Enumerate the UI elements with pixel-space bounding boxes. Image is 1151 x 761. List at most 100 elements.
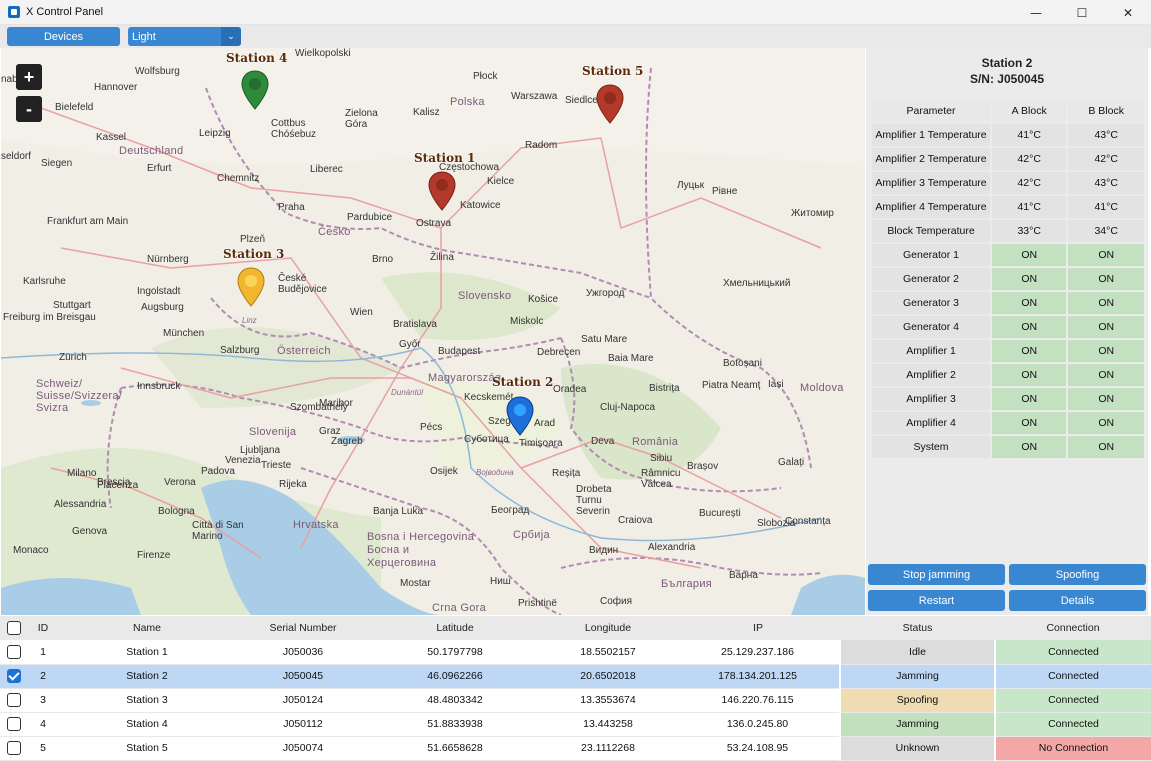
cell-id: 2 xyxy=(28,664,58,689)
column-header[interactable]: Longitude xyxy=(540,616,676,640)
select-all-cell[interactable] xyxy=(0,616,28,640)
row-select-cell[interactable] xyxy=(0,688,28,713)
column-header[interactable]: Status xyxy=(840,616,995,640)
close-button[interactable]: ✕ xyxy=(1105,0,1151,25)
row-select-cell[interactable] xyxy=(0,640,28,665)
map-label: Mostar xyxy=(400,578,431,589)
parameter-row: System ON ON xyxy=(872,436,1144,458)
cell-ip: 146.220.76.115 xyxy=(676,688,840,713)
zoom-in-button[interactable]: + xyxy=(16,64,42,90)
map-label: Суботица xyxy=(464,434,509,445)
stop-jamming-button[interactable]: Stop jamming xyxy=(868,564,1005,585)
station-5-label: Station 5 xyxy=(582,64,644,78)
minimize-button[interactable]: — xyxy=(1013,0,1059,25)
row-select-cell[interactable] xyxy=(0,712,28,737)
map-label: Pardubice xyxy=(347,212,393,223)
station-1-label: Station 1 xyxy=(414,151,476,165)
column-header[interactable]: ID xyxy=(28,616,58,640)
map-label: Ниш xyxy=(490,576,511,587)
table-row[interactable]: 5 Station 5 J050074 51.6658628 23.1112268 53.… xyxy=(0,736,1151,761)
spoofing-button[interactable]: Spoofing xyxy=(1009,564,1146,585)
row-checkbox[interactable] xyxy=(7,741,21,755)
column-header[interactable]: IP xyxy=(676,616,840,640)
map-label: Crna Gora xyxy=(432,602,487,614)
parameter-row: Generator 2 ON ON xyxy=(872,268,1144,290)
map-label: Deutschland xyxy=(119,145,184,157)
map-label: Trieste xyxy=(261,460,292,471)
details-button[interactable]: Details xyxy=(1009,590,1146,611)
table-row[interactable]: 2 Station 2 J050045 46.0962266 20.6502018 178… xyxy=(0,664,1151,689)
column-header[interactable]: Name xyxy=(58,616,236,640)
map-label: Wolfsburg xyxy=(135,66,180,77)
row-checkbox[interactable] xyxy=(7,717,21,731)
cell-connection: Connected xyxy=(994,712,1151,737)
station-5-marker[interactable] xyxy=(596,84,624,124)
cell-lon: 23.1112268 xyxy=(540,736,676,761)
column-header[interactable]: Serial Number xyxy=(236,616,370,640)
parameter-value: ON xyxy=(992,268,1067,290)
devices-button[interactable]: Devices xyxy=(7,27,120,46)
map-label: Linz xyxy=(242,316,257,325)
parameter-value: ON xyxy=(992,364,1067,386)
cell-lat: 50.1797798 xyxy=(370,640,540,665)
row-select-cell[interactable] xyxy=(0,736,28,761)
parameter-value: 43°C xyxy=(1068,172,1144,194)
cell-status: Spoofing xyxy=(839,688,995,713)
station-4-marker[interactable] xyxy=(241,70,269,110)
map-label: Firenze xyxy=(137,550,171,561)
station-3-marker[interactable] xyxy=(237,267,265,307)
map-label: Praha xyxy=(278,202,305,213)
table-row[interactable]: 4 Station 4 J050112 51.8833938 13.443258 136.… xyxy=(0,712,1151,737)
map-label: Wien xyxy=(350,307,373,318)
cell-status: Jamming xyxy=(839,664,995,689)
column-header[interactable]: Connection xyxy=(995,616,1151,640)
station-4-label: Station 4 xyxy=(226,51,288,65)
map-label: Piatra Neamț xyxy=(702,380,761,391)
parameter-value: ON xyxy=(992,412,1067,434)
row-select-cell[interactable] xyxy=(0,664,28,689)
map-label: Genova xyxy=(72,526,108,537)
map-label: Hannover xyxy=(94,82,138,93)
map-label: Stuttgart xyxy=(53,300,91,311)
map-label: Kielce xyxy=(487,176,515,187)
maximize-button[interactable]: ☐ xyxy=(1059,0,1105,25)
map-label: Moldova xyxy=(800,382,844,394)
cell-lon: 18.5502157 xyxy=(540,640,676,665)
parameter-name: Generator 4 xyxy=(872,316,990,338)
table-row[interactable]: 1 Station 1 J050036 50.1797798 18.5502157 25.… xyxy=(0,640,1151,665)
map-label: Oradea xyxy=(553,384,587,395)
map-label: Banja Luka xyxy=(373,506,424,517)
column-header[interactable]: Latitude xyxy=(370,616,540,640)
cell-name: Station 2 xyxy=(58,664,236,689)
parameter-name: Amplifier 1 xyxy=(872,340,990,362)
map-label: Karlsruhe xyxy=(23,276,66,287)
map-label: Constanța xyxy=(785,516,831,527)
select-all-checkbox[interactable] xyxy=(7,621,21,635)
station-2-marker[interactable] xyxy=(506,396,534,436)
parameter-value: ON xyxy=(1068,292,1144,314)
map-label: Milano xyxy=(67,468,97,479)
app-icon xyxy=(8,6,20,18)
map-view[interactable]: Hannover Wolfsburg Bielefeld nabrück Kas… xyxy=(1,48,865,615)
parameter-name: Generator 3 xyxy=(872,292,990,314)
row-checkbox[interactable] xyxy=(7,669,21,683)
cell-ip: 178.134.201.125 xyxy=(676,664,840,689)
parameter-name: Generator 2 xyxy=(872,268,990,290)
restart-button[interactable]: Restart xyxy=(868,590,1005,611)
cell-lat: 51.6658628 xyxy=(370,736,540,761)
map-label: Maribor xyxy=(319,398,353,409)
cell-id: 4 xyxy=(28,712,58,737)
zoom-out-button[interactable]: - xyxy=(16,96,42,122)
table-row[interactable]: 3 Station 3 J050124 48.4803342 13.3553674 146… xyxy=(0,688,1151,713)
theme-select[interactable]: Light ⌄ xyxy=(128,27,241,46)
toolbar: Devices Light ⌄ xyxy=(0,25,1151,48)
map-label: Ostrava xyxy=(416,218,452,229)
station-1-marker[interactable] xyxy=(428,171,456,211)
map-label: Žilina xyxy=(430,252,454,263)
parameter-value: 43°C xyxy=(1068,124,1144,146)
row-checkbox[interactable] xyxy=(7,644,21,659)
map-label: Bielefeld xyxy=(55,102,94,113)
map-label: Botoșani xyxy=(723,358,762,369)
parameter-row: Generator 3 ON ON xyxy=(872,292,1144,314)
row-checkbox[interactable] xyxy=(7,693,21,707)
